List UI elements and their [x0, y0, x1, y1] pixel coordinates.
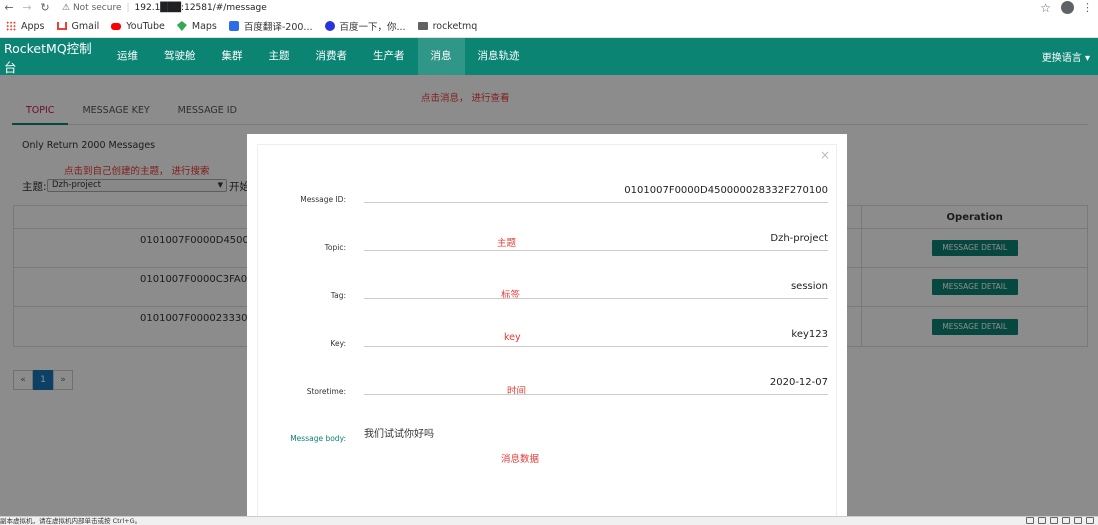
app-brand[interactable]: RocketMQ控制台: [0, 38, 104, 76]
baidu-icon: [324, 21, 335, 31]
field-divider: [364, 202, 828, 203]
annotation-topic: 主题: [497, 238, 517, 249]
nav-item-dashboard[interactable]: 驾驶舱: [151, 38, 209, 75]
modal-content: × Message ID: 0101007F0000D450000028332F…: [257, 144, 837, 525]
bookmarks-bar: Apps Gmail YouTube Maps 百度翻译-200... 百度一下…: [0, 15, 1098, 38]
nav-item-ops[interactable]: 运维: [104, 38, 151, 75]
bookmark-star-icon[interactable]: ☆: [1040, 1, 1051, 15]
apps-icon: [6, 21, 16, 31]
bookmark-baidu-translate[interactable]: 百度翻译-200...: [228, 19, 313, 33]
browser-address-bar: ← → ↻ ⚠ Not secure | 192.1███:12581/#/me…: [0, 0, 1098, 15]
youtube-icon: [111, 22, 122, 30]
folder-icon: [417, 22, 428, 30]
field-divider: [364, 298, 828, 299]
bookmark-label: 百度翻译-200...: [243, 22, 313, 33]
device-icon[interactable]: [1086, 517, 1094, 524]
bookmark-label: 百度一下，你...: [339, 22, 406, 33]
bookmark-youtube[interactable]: YouTube: [111, 21, 165, 32]
url-separator: |: [126, 2, 130, 13]
field-label: Tag:: [330, 291, 346, 300]
field-value: session: [790, 281, 828, 292]
nav-item-cluster[interactable]: 集群: [209, 38, 256, 75]
field-value: key123: [791, 329, 828, 340]
field-divider: [364, 346, 828, 347]
field-value: 2020-12-07: [769, 377, 828, 388]
field-label: Storetime:: [306, 387, 346, 396]
field-divider: [364, 250, 828, 251]
nav-item-producer[interactable]: 生产者: [360, 38, 418, 75]
gmail-icon: [56, 22, 67, 30]
browser-menu-icon[interactable]: ⋮: [1082, 1, 1093, 14]
message-body-label: Message body:: [290, 434, 346, 443]
account-avatar[interactable]: [1061, 1, 1074, 14]
bookmark-label: YouTube: [126, 20, 165, 32]
bookmark-label: Apps: [21, 20, 45, 32]
device-icon[interactable]: [1038, 517, 1046, 524]
message-body-value: 我们试试你好吗: [364, 429, 434, 440]
bookmark-label: Gmail: [71, 20, 100, 32]
nav-item-message-trace[interactable]: 消息轨迹: [465, 38, 533, 75]
baidu-translate-icon: [228, 21, 239, 31]
security-label: Not secure: [72, 2, 122, 13]
bookmark-label: Maps: [191, 20, 217, 32]
bookmark-baidu[interactable]: 百度一下，你...: [324, 19, 406, 33]
nav-item-message[interactable]: 消息: [417, 38, 465, 75]
back-icon[interactable]: ←: [0, 1, 18, 14]
device-icon[interactable]: [1050, 517, 1058, 524]
bookmark-rocketmq[interactable]: rocketmq: [417, 20, 478, 32]
forward-icon[interactable]: →: [18, 1, 36, 14]
app-navbar: RocketMQ控制台 运维 驾驶舱 集群 主题 消费者 生产者 消息 消息轨迹…: [0, 38, 1098, 75]
bookmark-gmail[interactable]: Gmail: [56, 20, 100, 32]
vm-status-bar: 副本虚拟机，请在虚拟机内部单击或按 Ctrl+G。: [0, 516, 1098, 525]
security-indicator[interactable]: ⚠ Not secure: [62, 3, 121, 13]
field-label: Key:: [330, 339, 346, 348]
field-value: Dzh-project: [770, 233, 828, 244]
device-icon[interactable]: [1026, 517, 1034, 524]
field-divider: [364, 394, 828, 395]
language-dropdown[interactable]: 更换语言 ▾: [1042, 49, 1090, 64]
status-icons: [1022, 517, 1094, 524]
annotation-message-body: 消息数据: [501, 454, 540, 465]
bookmark-label: rocketmq: [432, 20, 478, 32]
bookmark-apps[interactable]: Apps: [6, 21, 45, 32]
status-text: 副本虚拟机，请在虚拟机内部单击或按 Ctrl+G。: [0, 517, 142, 525]
bookmark-maps[interactable]: Maps: [176, 20, 217, 32]
field-label: Topic:: [324, 243, 346, 252]
maps-icon: [176, 21, 187, 31]
url-input[interactable]: 192.1███:12581/#/message: [135, 3, 267, 13]
nav-item-topic[interactable]: 主题: [256, 38, 303, 75]
device-icon[interactable]: [1062, 517, 1070, 524]
reload-icon[interactable]: ↻: [36, 1, 54, 14]
field-value: 0101007F0000D450000028332F270100: [624, 185, 828, 196]
message-detail-modal: × Message ID: 0101007F0000D450000028332F…: [247, 134, 847, 525]
device-icon[interactable]: [1074, 517, 1082, 524]
annotation-key: key: [504, 332, 521, 343]
nav-item-consumer[interactable]: 消费者: [303, 38, 361, 75]
close-icon[interactable]: ×: [820, 148, 830, 162]
field-label: Message ID:: [300, 195, 346, 204]
